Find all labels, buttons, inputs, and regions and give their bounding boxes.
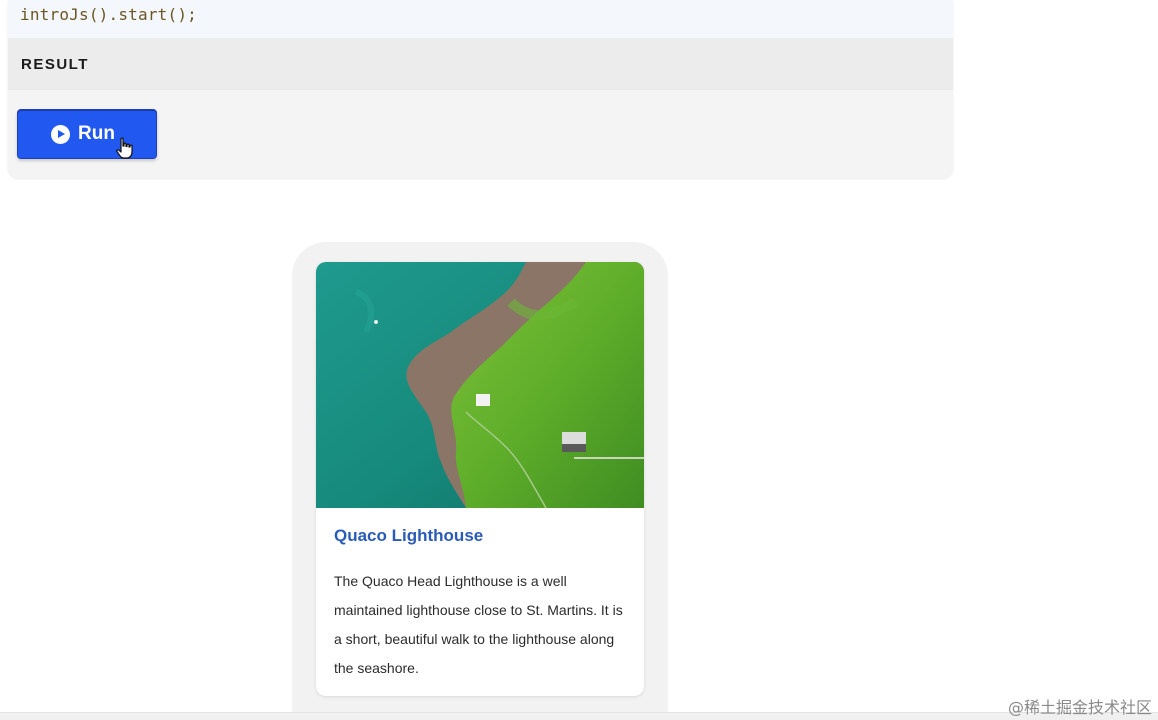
result-header: RESULT <box>8 38 953 90</box>
card-title: Quaco Lighthouse <box>334 526 484 545</box>
card-image <box>316 262 644 508</box>
run-button-label: Run <box>78 123 115 144</box>
hand-pointer-cursor-icon <box>116 137 133 159</box>
play-circle-icon <box>51 124 71 144</box>
watermark: @稀土掘金技术社区 <box>1007 698 1152 717</box>
card-description: The Quaco Head Lighthouse is a well main… <box>334 573 623 676</box>
code-line: introJs().start(); <box>20 5 197 24</box>
result-label: RESULT <box>21 56 89 73</box>
bottom-divider <box>0 712 1158 720</box>
lighthouse-card: Quaco Lighthouse The Quaco Head Lighthou… <box>316 262 644 696</box>
code-block: introJs().start(); <box>8 0 953 38</box>
run-button[interactable]: Run <box>17 109 157 159</box>
